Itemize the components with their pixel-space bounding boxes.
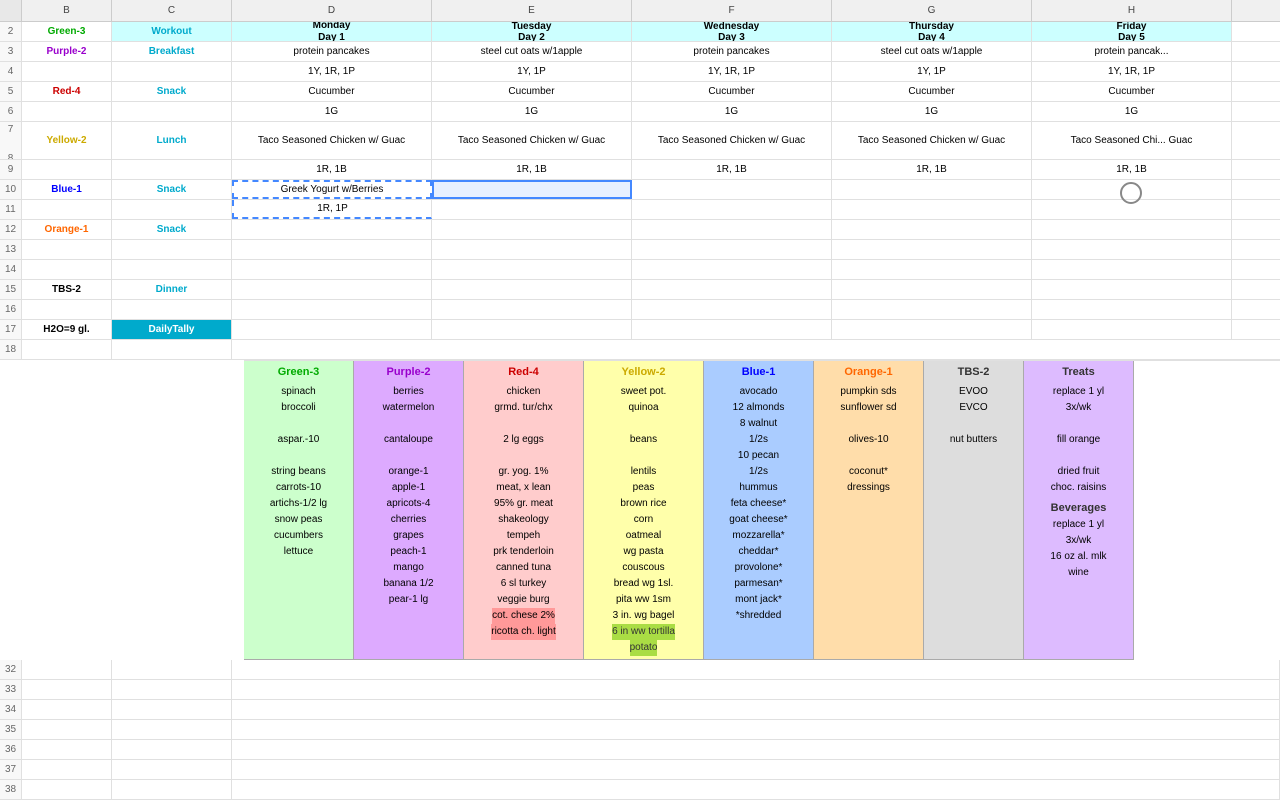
cell-b3[interactable]: Purple-2 — [22, 42, 112, 61]
col-header-e: E — [432, 0, 632, 21]
table-row: 37 — [0, 760, 1280, 780]
table-row: 5 Red-4 Snack Cucumber Cucumber Cucumber… — [0, 82, 1280, 102]
cell-e4[interactable]: 1Y, 1P — [432, 62, 632, 81]
table-row: 34 — [0, 700, 1280, 720]
cell-g5[interactable]: Cucumber — [832, 82, 1032, 101]
food-col-green: Green-3 spinach broccoli aspar.-10 strin… — [244, 361, 354, 660]
table-row: 3 Purple-2 Breakfast protein pancakes st… — [0, 42, 1280, 62]
food-col-tbs: TBS-2 EVOO EVCO nut butters — [924, 361, 1024, 660]
food-header-yellow: Yellow-2 — [621, 364, 665, 382]
col-header-g: G — [832, 0, 1032, 21]
food-col-orange: Orange-1 pumpkin sds sunflower sd olives… — [814, 361, 924, 660]
table-row: 38 — [0, 780, 1280, 800]
cell-b2[interactable]: Green-3 — [22, 22, 112, 41]
col-header-f: F — [632, 0, 832, 21]
cell-f4[interactable]: 1Y, 1R, 1P — [632, 62, 832, 81]
cell-e2[interactable]: TuesdayDay 2 — [432, 22, 632, 41]
grid-wrapper: B C D E F G H 2 Green-3 Workout MondayDa… — [0, 0, 1280, 800]
food-col-purple: Purple-2 berries watermelon cantaloupe o… — [354, 361, 464, 660]
table-row: 17 H2O=9 gl. DailyTally — [0, 320, 1280, 340]
cell-b5[interactable]: Red-4 — [22, 82, 112, 101]
food-col-red: Red-4 chicken grmd. tur/chx 2 lg eggs gr… — [464, 361, 584, 660]
cell-d5[interactable]: Cucumber — [232, 82, 432, 101]
spreadsheet: B C D E F G H 2 Green-3 Workout MondayDa… — [0, 0, 1280, 720]
food-header-treats: Treats — [1062, 364, 1094, 382]
table-row: 4 1Y, 1R, 1P 1Y, 1P 1Y, 1R, 1P 1Y, 1P 1Y… — [0, 62, 1280, 82]
col-header-b: B — [22, 0, 112, 21]
cell-g4[interactable]: 1Y, 1P — [832, 62, 1032, 81]
cell-h3[interactable]: protein pancak... — [1032, 42, 1232, 61]
table-row: 35 — [0, 720, 1280, 740]
table-row: 18 — [0, 340, 1280, 360]
corner-cell — [0, 0, 22, 21]
table-row: 13 — [0, 240, 1280, 260]
food-header-green: Green-3 — [278, 364, 320, 382]
col-header-d: D — [232, 0, 432, 21]
row-num-3: 3 — [0, 42, 22, 61]
cell-d2[interactable]: MondayDay 1 — [232, 22, 432, 41]
cell-g2[interactable]: ThursdayDay 4 — [832, 22, 1032, 41]
table-row: 36 — [0, 740, 1280, 760]
cell-c5[interactable]: Snack — [112, 82, 232, 101]
food-col-treats: Treats replace 1 yl 3x/wk fill orange dr… — [1024, 361, 1134, 660]
cell-c4[interactable] — [112, 62, 232, 81]
cell-c3[interactable]: Breakfast — [112, 42, 232, 61]
col-header-h: H — [1032, 0, 1232, 21]
table-row: 11 1R, 1P — [0, 200, 1280, 220]
food-table-row — [232, 340, 1280, 359]
food-header-tbs: TBS-2 — [958, 364, 990, 382]
table-row: 12 Orange-1 Snack — [0, 220, 1280, 240]
cell-h5[interactable]: Cucumber — [1032, 82, 1232, 101]
cell-c2[interactable]: Workout — [112, 22, 232, 41]
food-header-orange: Orange-1 — [844, 364, 892, 382]
food-categories-section: Green-3 spinach broccoli aspar.-10 strin… — [244, 360, 1280, 660]
selected-cell[interactable] — [432, 180, 632, 199]
cell-h4[interactable]: 1Y, 1R, 1P — [1032, 62, 1232, 81]
table-row: 15 TBS-2 Dinner — [0, 280, 1280, 300]
table-row: 32 — [0, 660, 1280, 680]
table-row: 16 — [0, 300, 1280, 320]
cell-h2[interactable]: FridayDay 5 — [1032, 22, 1232, 41]
cell-g3[interactable]: steel cut oats w/1apple — [832, 42, 1032, 61]
table-row: 6 1G 1G 1G 1G 1G — [0, 102, 1280, 122]
row-num-6: 6 — [0, 102, 22, 121]
food-header-purple: Purple-2 — [386, 364, 430, 382]
food-col-yellow: Yellow-2 sweet pot. quinoa beans lentils… — [584, 361, 704, 660]
cell-f3[interactable]: protein pancakes — [632, 42, 832, 61]
table-row: 78 Yellow-2 Lunch Taco Seasoned Chicken … — [0, 122, 1280, 160]
cell-e5[interactable]: Cucumber — [432, 82, 632, 101]
cell-e3[interactable]: steel cut oats w/1apple — [432, 42, 632, 61]
row-num-2: 2 — [0, 22, 22, 41]
table-row: 10 Blue-1 Snack Greek Yogurt w/Berries — [0, 180, 1280, 200]
food-header-beverages: Beverages — [1051, 500, 1107, 518]
row-num-7: 78 — [0, 122, 22, 159]
table-row: 2 Green-3 Workout MondayDay 1 TuesdayDay… — [0, 22, 1280, 42]
cell-b4[interactable] — [22, 62, 112, 81]
empty-rows-bottom: 32 33 34 35 — [0, 660, 1280, 800]
cell-d3[interactable]: protein pancakes — [232, 42, 432, 61]
cell-f2[interactable]: WednesdayDay 3 — [632, 22, 832, 41]
food-header-blue: Blue-1 — [742, 364, 776, 382]
row-num-5: 5 — [0, 82, 22, 101]
row-num-4: 4 — [0, 62, 22, 81]
table-row: 14 — [0, 260, 1280, 280]
food-col-blue: Blue-1 avocado 12 almonds 8 walnut 1/2s … — [704, 361, 814, 660]
col-header-c: C — [112, 0, 232, 21]
cell-f5[interactable]: Cucumber — [632, 82, 832, 101]
table-row: 33 — [0, 680, 1280, 700]
cell-d4[interactable]: 1Y, 1R, 1P — [232, 62, 432, 81]
table-row: 9 1R, 1B 1R, 1B 1R, 1B 1R, 1B 1R, 1B — [0, 160, 1280, 180]
food-header-red: Red-4 — [508, 364, 539, 382]
